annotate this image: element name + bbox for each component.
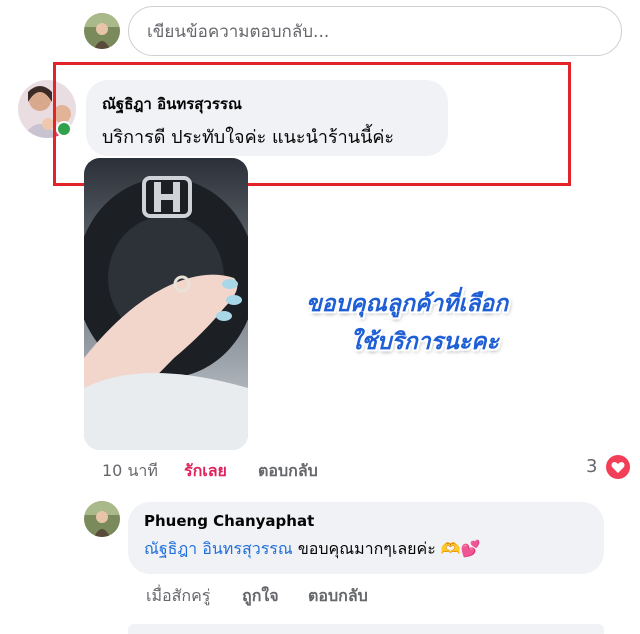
comment-photo[interactable] xyxy=(84,158,248,450)
reply-emoji: 🫶💕 xyxy=(440,539,481,558)
reply-bubble: Phueng Chanyaphat ณัฐธิฎา อินทรสุวรรณ ขอ… xyxy=(128,502,604,574)
love-reaction-button[interactable]: รักเลย xyxy=(184,459,227,484)
thanks-caption-line-1: ขอบคุณลูกค้าที่เลือก xyxy=(306,291,509,317)
reply-message: ขอบคุณมากๆเลยค่ะ xyxy=(297,539,436,558)
current-user-avatar xyxy=(84,13,120,49)
reaction-count[interactable]: 3 xyxy=(586,456,597,477)
reply-author-avatar[interactable] xyxy=(84,501,120,537)
reply-input[interactable]: เขียนข้อความตอบกลับ... xyxy=(128,6,622,56)
comment-timestamp: 10 นาที xyxy=(102,461,158,480)
reply-mention[interactable]: ณัฐธิฎา อินทรสุวรรณ xyxy=(144,539,293,558)
reply-author-name[interactable]: Phueng Chanyaphat xyxy=(144,512,588,530)
reply-text: ณัฐธิฎา อินทรสุวรรณ ขอบคุณมากๆเลยค่ะ 🫶💕 xyxy=(144,537,588,562)
heart-icon[interactable] xyxy=(606,455,630,479)
thanks-caption-line-2: ใช้บริการนะคะ xyxy=(350,329,499,355)
comment-reply-button[interactable]: ตอบกลับ xyxy=(258,459,318,484)
reply-timestamp: เมื่อสักครู่ xyxy=(146,586,211,605)
reply-reply-button[interactable]: ตอบกลับ xyxy=(308,584,368,609)
next-comment-edge xyxy=(128,624,604,634)
reply-like-button[interactable]: ถูกใจ xyxy=(242,584,279,609)
